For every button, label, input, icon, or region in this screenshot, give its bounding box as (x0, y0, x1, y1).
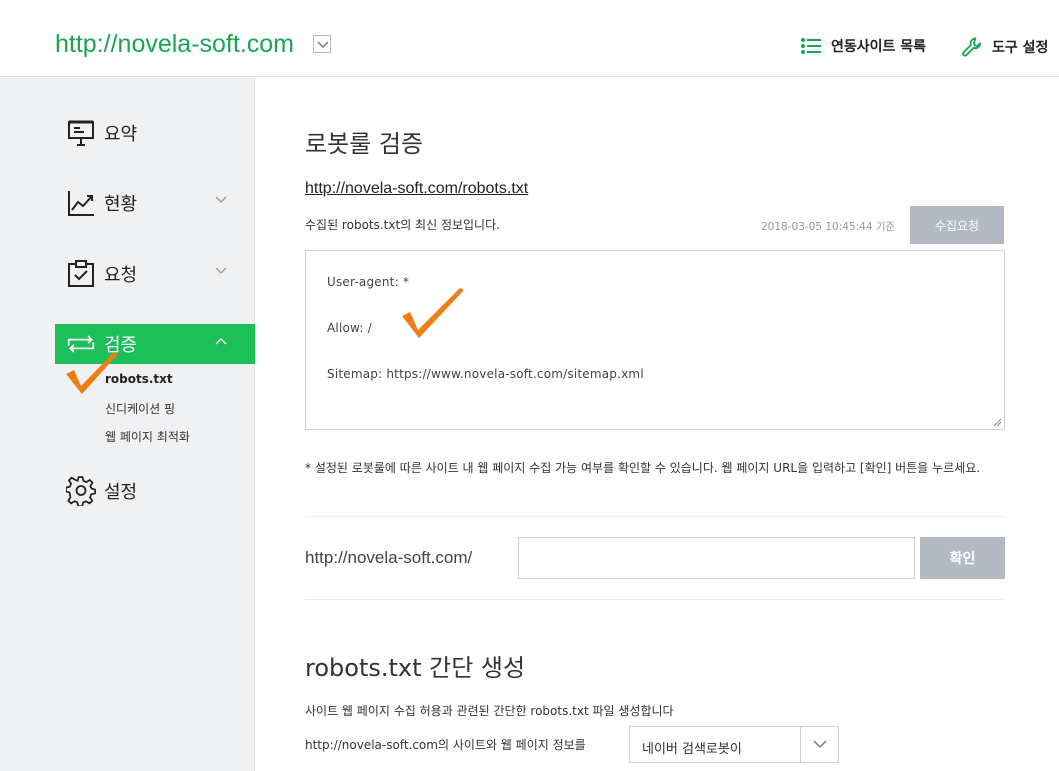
sidebar-item-label: 설정 (104, 482, 138, 503)
tool-settings-label: 도구 설정 (992, 40, 1049, 56)
url-prefix-label: http://novela-soft.com/ (305, 548, 473, 567)
sidebar-item-status[interactable]: 현황 (55, 183, 255, 223)
robots-line: User-agent: * (327, 275, 410, 289)
chart-icon (66, 188, 96, 218)
collected-timestamp: 2018-03-05 10:45:44 기준 (761, 221, 896, 233)
chevron-down-icon (317, 41, 329, 48)
robots-info-text: 수집된 robots.txt의 최신 정보입니다. (305, 218, 500, 232)
sidebar-item-label: 요약 (104, 124, 138, 145)
collect-request-button[interactable]: 수집요청 (910, 206, 1004, 244)
site-dropdown-button[interactable] (313, 35, 331, 53)
sidebar-subitem-syndication-ping[interactable]: 신디케이션 핑 (105, 400, 175, 417)
sidebar-item-request[interactable]: 요청 (55, 254, 255, 294)
sidebar: 요약 현황 요청 검증 robots.txt 신디케이션 핑 웹 페이지 최적화… (0, 78, 255, 771)
checkmark-icon (402, 288, 464, 338)
sidebar-item-label: 현황 (104, 194, 138, 215)
confirm-button[interactable]: 확인 (920, 537, 1005, 579)
site-url-title[interactable]: http://novela-soft.com (55, 30, 294, 59)
top-header: http://novela-soft.com 연동사이트 목록 도구 설정 (0, 0, 1059, 77)
tool-settings-link[interactable]: 도구 설정 (961, 36, 1048, 58)
robots-line: Sitemap: https://www.novela-soft.com/sit… (327, 367, 644, 381)
chevron-down-icon (215, 196, 227, 203)
main-content: 로봇룰 검증 http://novela-soft.com/robots.txt… (256, 78, 1059, 771)
divider (305, 599, 1005, 600)
wrench-icon (961, 36, 983, 58)
page-title: 로봇룰 검증 (305, 130, 424, 158)
resize-grip-icon[interactable] (993, 418, 1002, 427)
robots-generator-title: robots.txt 간단 생성 (305, 654, 526, 682)
sidebar-item-label: 요청 (104, 265, 138, 286)
robot-select-value: 네이버 검색로봇이 (642, 742, 742, 757)
linked-sites-link[interactable]: 연동사이트 목록 (800, 36, 926, 56)
robots-line: Allow: / (327, 321, 372, 335)
robots-generator-label: http://novela-soft.com의 사이트와 웹 페이지 정보를 (305, 738, 586, 752)
robots-generator-description: 사이트 웹 페이지 수집 허용과 관련된 간단한 robots.txt 파일 생… (305, 704, 674, 718)
robots-check-note: * 설정된 로봇룰에 따른 사이트 내 웹 페이지 수집 가능 여부를 확인할 … (305, 461, 981, 475)
robots-txt-link[interactable]: http://novela-soft.com/robots.txt (305, 180, 528, 198)
sidebar-item-summary[interactable]: 요약 (55, 113, 255, 153)
url-path-input[interactable] (518, 537, 915, 579)
linked-sites-label: 연동사이트 목록 (831, 39, 927, 55)
clipboard-check-icon (66, 259, 96, 289)
presentation-icon (66, 118, 96, 148)
gear-icon (66, 476, 96, 506)
list-icon (800, 37, 822, 55)
checkmark-icon (66, 352, 118, 394)
select-separator (800, 727, 801, 762)
sidebar-subitem-web-optimization[interactable]: 웹 페이지 최적화 (105, 428, 190, 445)
robot-select-dropdown[interactable]: 네이버 검색로봇이 (629, 726, 839, 763)
divider (305, 516, 1005, 517)
chevron-down-icon (215, 267, 227, 274)
chevron-down-icon (813, 740, 827, 748)
sidebar-item-settings[interactable]: 설정 (55, 471, 255, 511)
chevron-up-icon (215, 338, 227, 345)
robots-content-textarea[interactable]: User-agent: * Allow: / Sitemap: https://… (305, 250, 1005, 430)
